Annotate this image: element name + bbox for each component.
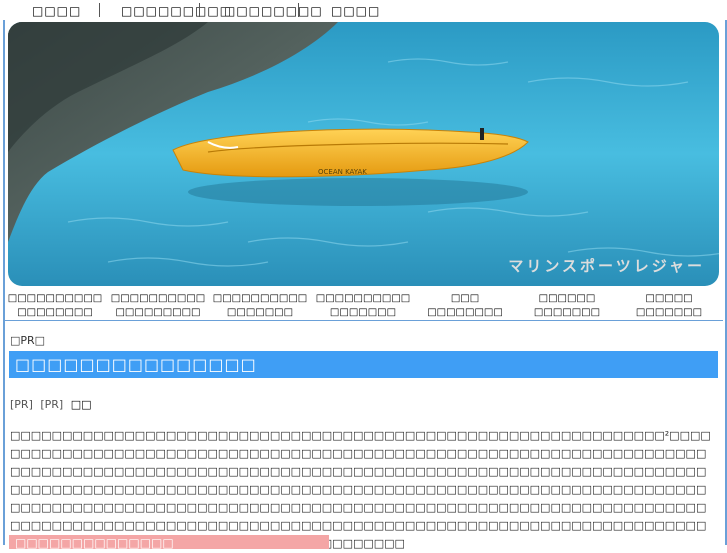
sub-nav-item-3[interactable]: □□□□□□□□□□ □□□□□□□ [210,292,310,320]
header-banner: OCEAN KAYAK マリンスポーツレジャー [8,22,719,286]
top-nav-item-4[interactable]: □□□□ [331,4,380,18]
pr-tail-text[interactable]: □□ [71,398,92,411]
sub-nav-item-5[interactable]: □□□ □□□□□□□□ [415,292,515,320]
banner-caption: マリンスポーツレジャー [508,257,705,275]
pr-link[interactable]: [PR] [40,398,63,411]
pr-link[interactable]: [PR] [10,398,33,411]
nav-divider [298,3,299,17]
top-nav-item-2[interactable]: □□□□□□□□□ [121,4,232,18]
top-nav-item-3[interactable]: □□□□□□□□ [224,4,323,18]
pr-label: □PR□ [10,334,46,347]
nav-divider [199,3,200,17]
kayak-banner-image: OCEAN KAYAK [8,22,719,286]
section-heading: □□□□□□□□□□□□□□ [15,536,174,550]
sub-nav-item-7[interactable]: □□□□□ □□□□□□□ [619,292,719,320]
sub-nav: □□□□□□□□□□ □□□□□□□□ □□□□□□□□□□ □□□□□□□□□ □… [5,290,723,321]
section-heading-bar: □□□□□□□□□□□□□□ [9,535,329,550]
page-title: □□□□□□□□□□□□□□□ [15,355,257,374]
page-title-bar: □□□□□□□□□□□□□□□ [9,351,718,378]
sub-nav-item-1[interactable]: □□□□□□□□□□ □□□□□□□□ [5,292,105,320]
top-nav-item-1[interactable]: □□□□ [32,4,81,18]
sub-nav-item-2[interactable]: □□□□□□□□□□ □□□□□□□□□ [108,292,208,320]
kayak-label: OCEAN KAYAK [318,168,367,176]
sub-nav-item-6[interactable]: □□□□□□ □□□□□□□ [517,292,617,320]
top-nav: □□□□ □□□□□□□□□ □□□□□□□□ □□□□ [0,0,727,22]
sub-nav-item-4[interactable]: □□□□□□□□□□ □□□□□□□ [313,292,413,320]
nav-divider [99,3,100,17]
pr-links: [PR] [PR] □□ [10,398,92,411]
